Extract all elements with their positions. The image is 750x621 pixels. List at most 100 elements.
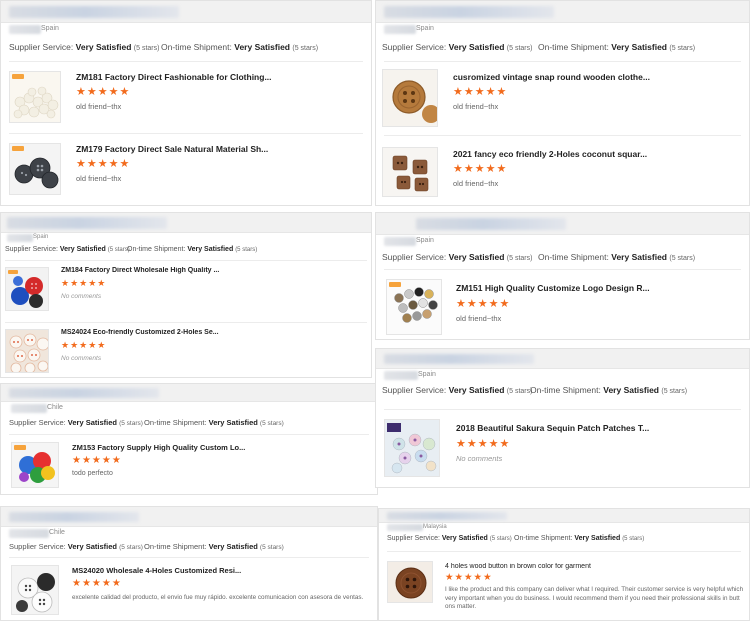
review-item[interactable]: 4 holes wood button in brown color for g…	[379, 557, 749, 619]
divider	[387, 551, 741, 552]
review-stars: ★★★★★	[453, 163, 508, 175]
supplier-service-rating: Supplier Service: Very Satisfied (5 star…	[382, 252, 533, 262]
product-title[interactable]: ZM184 Factory Direct Wholesale High Qual…	[61, 267, 219, 274]
review-stars: ★★★★★	[456, 438, 511, 450]
blurred-buyer-name	[9, 25, 41, 34]
review-card: Spain Supplier Service: Very Satisfied (…	[375, 0, 750, 206]
review-comment: No comments	[456, 454, 503, 463]
product-thumbnail[interactable]	[382, 69, 438, 127]
product-title[interactable]: ZM153 Factory Supply High Quality Custom…	[72, 443, 245, 452]
product-title[interactable]: ZM179 Factory Direct Sale Natural Materi…	[76, 144, 268, 154]
rating-row: Supplier Service: Very Satisfied (5 star…	[379, 534, 749, 548]
review-comment: I like the product and this company can …	[445, 586, 744, 610]
review-card: Spain Supplier Service: Very Satisfied (…	[375, 212, 750, 340]
product-title[interactable]: 4 holes wood button in brown color for g…	[445, 563, 591, 570]
product-thumbnail[interactable]	[11, 442, 59, 488]
on-time-shipment-rating: On-time Shipment: Very Satisfied (5 star…	[538, 42, 696, 52]
review-item[interactable]: ZM153 Factory Supply High Quality Custom…	[1, 440, 377, 492]
review-stars: ★★★★★	[76, 158, 131, 170]
on-time-shipment-rating: On-time Shipment: Very Satisfied (5 star…	[161, 42, 319, 52]
product-thumbnail[interactable]	[5, 329, 49, 373]
buyer-country: Spain	[416, 237, 434, 244]
supplier-service-rating: Supplier Service: Very Satisfied (5 star…	[9, 418, 143, 427]
blurred-text	[9, 512, 139, 522]
review-card: Chile Supplier Service: Very Satisfied (…	[0, 383, 378, 495]
blurred-text	[384, 354, 534, 364]
promo-badge	[12, 74, 24, 79]
product-title[interactable]: ZM181 Factory Direct Fashionable for Clo…	[76, 72, 272, 82]
review-stars: ★★★★★	[61, 278, 107, 288]
product-title[interactable]: 2021 fancy eco friendly 2-Holes coconut …	[453, 149, 647, 159]
blurred-text	[7, 217, 167, 229]
divider	[9, 434, 369, 435]
review-card: Spain Supplier Service: Very Satisfied (…	[0, 212, 372, 378]
product-thumbnail[interactable]	[9, 143, 61, 195]
supplier-service-rating: Supplier Service: Very Satisfied (5 star…	[9, 542, 143, 551]
blurred-buyer-name	[11, 404, 47, 413]
product-thumbnail[interactable]	[386, 279, 442, 335]
product-thumbnail[interactable]	[384, 419, 440, 477]
divider	[384, 409, 741, 410]
review-card: Chile Supplier Service: Very Satisfied (…	[0, 506, 378, 621]
review-stars: ★★★★★	[72, 455, 122, 466]
promo-badge	[389, 282, 401, 287]
review-item[interactable]: ZM184 Factory Direct Wholesale High Qual…	[1, 265, 371, 317]
buyer-location: Chile	[1, 402, 377, 416]
rating-row: Supplier Service: Very Satisfied (5 star…	[376, 249, 749, 267]
buyer-country: Spain	[416, 25, 434, 32]
divider	[5, 322, 367, 323]
review-comment: old friend~thx	[76, 174, 122, 183]
review-item[interactable]: 2021 fancy eco friendly 2-Holes coconut …	[376, 145, 749, 201]
review-item[interactable]: cusromized vintage snap round wooden clo…	[376, 67, 749, 131]
review-item[interactable]: ZM179 Factory Direct Sale Natural Materi…	[1, 141, 371, 199]
product-title[interactable]: cusromized vintage snap round wooden clo…	[453, 72, 650, 82]
blurred-buyer-name	[7, 234, 33, 242]
buyer-location: Spain	[376, 23, 749, 39]
product-thumbnail[interactable]	[387, 561, 433, 603]
review-stars: ★★★★★	[76, 86, 131, 98]
review-item[interactable]: ZM181 Factory Direct Fashionable for Clo…	[1, 69, 371, 127]
buyer-location: Malaysia	[379, 523, 749, 534]
review-item[interactable]: 2018 Beautiful Sakura Sequin Patch Patch…	[376, 417, 749, 481]
card-header	[376, 1, 749, 23]
supplier-service-rating: Supplier Service: Very Satisfied (5 star…	[9, 42, 160, 52]
buyer-location: Spain	[376, 235, 749, 249]
product-title[interactable]: ZM151 High Quality Customize Logo Design…	[456, 283, 650, 293]
buyer-country: Malaysia	[423, 524, 447, 530]
blurred-text	[387, 512, 507, 520]
buyer-country: Spain	[33, 234, 49, 240]
review-stars: ★★★★★	[445, 572, 493, 583]
divider	[5, 260, 367, 261]
rating-row: Supplier Service: Very Satisfied (5 star…	[1, 541, 377, 555]
blurred-text	[416, 218, 566, 230]
review-comment: old friend~thx	[456, 314, 502, 323]
divider	[384, 135, 741, 136]
blurred-text	[9, 6, 179, 18]
review-item[interactable]: MS24020 Wholesale 4-Holes Customized Res…	[1, 563, 377, 619]
promo-badge	[14, 445, 26, 450]
rating-row: Supplier Service: Very Satisfied (5 star…	[1, 416, 377, 432]
product-title[interactable]: MS24024 Eco-friendly Customized 2-Holes …	[61, 329, 219, 336]
review-item[interactable]: MS24024 Eco-friendly Customized 2-Holes …	[1, 327, 371, 375]
product-thumbnail[interactable]	[9, 71, 61, 123]
review-comment: No comments	[61, 355, 102, 362]
review-stars: ★★★★★	[456, 298, 511, 310]
blurred-text	[384, 6, 554, 18]
card-header	[1, 1, 371, 23]
review-comment: old friend~thx	[453, 179, 499, 188]
rating-row: Supplier Service: Very Satisfied (5 star…	[1, 39, 371, 57]
divider	[9, 133, 363, 134]
blurred-buyer-name	[387, 524, 423, 531]
supplier-service-rating: Supplier Service: Very Satisfied (5 star…	[387, 535, 512, 542]
product-thumbnail[interactable]	[382, 147, 438, 197]
divider	[9, 61, 363, 62]
review-item[interactable]: ZM151 High Quality Customize Logo Design…	[376, 277, 749, 337]
blurred-buyer-name	[384, 25, 416, 34]
rating-row: Supplier Service: Very Satisfied (5 star…	[376, 39, 749, 57]
card-header	[376, 213, 749, 235]
product-thumbnail[interactable]	[11, 565, 59, 615]
review-comment: todo perfecto	[72, 470, 113, 477]
product-thumbnail[interactable]	[5, 267, 49, 311]
product-title[interactable]: 2018 Beautiful Sakura Sequin Patch Patch…	[456, 423, 649, 433]
product-title[interactable]: MS24020 Wholesale 4-Holes Customized Res…	[72, 566, 241, 575]
